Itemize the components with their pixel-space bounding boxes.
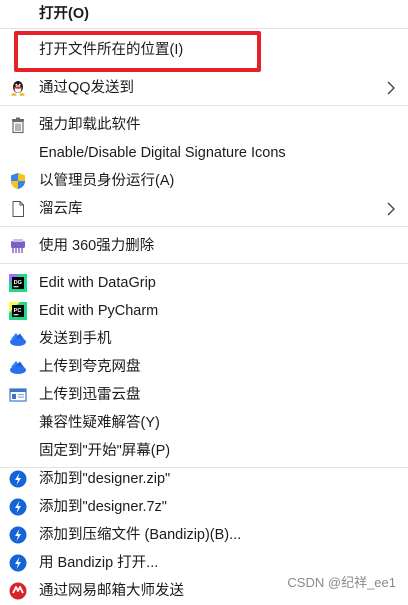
bandizip-icon xyxy=(9,498,27,516)
cloud-icon xyxy=(10,333,26,346)
cloud-icon xyxy=(10,361,26,374)
menu-item-add-archive-label: 添加到压缩文件 (Bandizip)(B)... xyxy=(39,527,242,543)
menu-item-liuyun-label: 溜云库 xyxy=(39,201,83,217)
menu-item-edit-datagrip[interactable]: DG Edit with DataGrip xyxy=(0,269,408,297)
menu-item-liuyun[interactable]: 溜云库 xyxy=(0,195,408,223)
menu-item-signature-icons[interactable]: Enable/Disable Digital Signature Icons xyxy=(0,139,408,167)
svg-text:PC: PC xyxy=(14,308,22,314)
menu-item-delete-360-label: 使用 360强力删除 xyxy=(39,238,155,254)
bandizip-icon xyxy=(9,470,27,488)
menu-item-force-uninstall-label: 强力卸载此软件 xyxy=(39,117,141,133)
menu-item-add-zip-label: 添加到"designer.zip" xyxy=(39,471,171,487)
menu-item-add-archive[interactable]: 添加到压缩文件 (Bandizip)(B)... xyxy=(0,521,408,549)
menu-item-open[interactable]: 打开(O) xyxy=(0,0,408,28)
menu-item-upload-quark[interactable]: 上传到夸克网盘 xyxy=(0,353,408,381)
menu-item-send-qq-label: 通过QQ发送到 xyxy=(39,80,135,96)
netease-mail-icon xyxy=(9,582,27,600)
watermark: CSDN @纪祥_ee1 xyxy=(287,575,396,590)
chevron-right-icon xyxy=(387,81,395,95)
menu-item-force-uninstall[interactable]: 强力卸载此软件 xyxy=(0,111,408,139)
datagrip-icon: DG xyxy=(9,274,27,292)
context-menu: 打开(O) 打开文件所在的位置(I) 通过QQ发送到 强力卸载此软件 Enabl… xyxy=(0,0,408,600)
menu-item-compat[interactable]: 兼容性疑难解答(Y) xyxy=(0,409,408,437)
menu-item-edit-pycharm[interactable]: PC Edit with PyCharm xyxy=(0,297,408,325)
menu-item-upload-xunlei-label: 上传到迅雷云盘 xyxy=(39,387,141,403)
menu-item-upload-quark-label: 上传到夸克网盘 xyxy=(39,359,141,375)
pycharm-icon: PC xyxy=(9,302,27,320)
shredder-icon xyxy=(11,239,25,253)
menu-item-open-bandizip-label: 用 Bandizip 打开... xyxy=(39,555,159,571)
menu-item-send-phone-label: 发送到手机 xyxy=(39,331,112,347)
menu-item-edit-pycharm-label: Edit with PyCharm xyxy=(39,303,159,319)
bandizip-icon xyxy=(9,526,27,544)
menu-separator xyxy=(0,226,408,227)
qq-penguin-icon xyxy=(11,81,25,96)
window-icon xyxy=(9,388,27,402)
menu-item-signature-icons-label: Enable/Disable Digital Signature Icons xyxy=(39,145,286,161)
menu-separator xyxy=(0,263,408,264)
menu-separator xyxy=(0,28,408,29)
menu-item-open-location-label: 打开文件所在的位置(I) xyxy=(39,42,184,58)
menu-item-pin-start-label: 固定到"开始"屏幕(P) xyxy=(39,443,171,459)
menu-item-edit-datagrip-label: Edit with DataGrip xyxy=(39,275,156,291)
menu-item-compat-label: 兼容性疑难解答(Y) xyxy=(39,415,160,431)
menu-item-send-netease-label: 通过网易邮箱大师发送 xyxy=(39,583,184,599)
menu-item-open-label: 打开(O) xyxy=(39,6,89,22)
menu-item-run-as-admin-label: 以管理员身份运行(A) xyxy=(39,173,175,189)
menu-item-add-7z-label: 添加到"designer.7z" xyxy=(39,499,167,515)
svg-text:DG: DG xyxy=(14,280,22,286)
file-icon xyxy=(12,201,24,217)
chevron-right-icon xyxy=(387,202,395,216)
menu-item-add-zip[interactable]: 添加到"designer.zip" xyxy=(0,465,408,493)
menu-item-send-qq[interactable]: 通过QQ发送到 xyxy=(0,74,408,102)
trash-icon xyxy=(12,117,24,134)
menu-item-run-as-admin[interactable]: 以管理员身份运行(A) xyxy=(0,167,408,195)
menu-item-add-7z[interactable]: 添加到"designer.7z" xyxy=(0,493,408,521)
menu-item-send-phone[interactable]: 发送到手机 xyxy=(0,325,408,353)
menu-item-upload-xunlei[interactable]: 上传到迅雷云盘 xyxy=(0,381,408,409)
menu-item-open-location[interactable]: 打开文件所在的位置(I) xyxy=(0,36,408,64)
menu-item-delete-360[interactable]: 使用 360强力删除 xyxy=(0,232,408,260)
menu-separator xyxy=(0,105,408,106)
uac-shield-icon xyxy=(11,173,25,189)
bandizip-icon xyxy=(9,554,27,572)
menu-item-pin-start[interactable]: 固定到"开始"屏幕(P) xyxy=(0,437,408,465)
